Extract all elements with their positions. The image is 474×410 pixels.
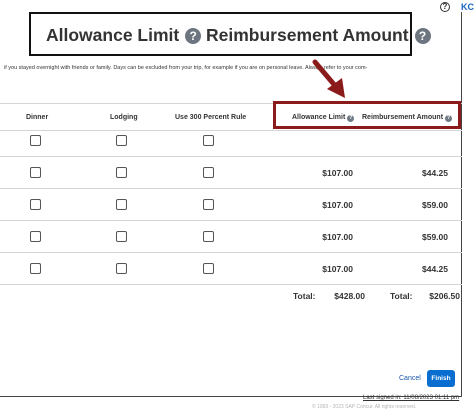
red-arrow-icon — [312, 59, 345, 98]
table-row: $107.00 $44.25 — [0, 253, 462, 285]
dinner-checkbox[interactable] — [30, 167, 41, 178]
lodging-checkbox[interactable] — [116, 167, 127, 178]
column-dinner: Dinner — [26, 114, 49, 121]
table-row: $107.00 $44.25 — [0, 157, 462, 189]
use-300-percent-checkbox[interactable] — [203, 199, 214, 210]
allowance-total-value: $428.00 — [334, 291, 365, 301]
dinner-checkbox[interactable] — [30, 263, 41, 274]
help-icon[interactable]: ? — [440, 2, 450, 12]
callout-allowance-limit: Allowance Limit? — [46, 25, 202, 46]
column-lodging: Lodging — [110, 114, 138, 121]
question-circle-icon: ? — [185, 28, 202, 44]
lodging-checkbox[interactable] — [116, 135, 127, 146]
reimbursement-total-value: $206.50 — [429, 291, 460, 301]
use-300-percent-checkbox[interactable] — [203, 263, 214, 274]
callout-allowance-limit-label: Allowance Limit — [46, 25, 180, 45]
allowance-limit-value: $107.00 — [322, 168, 353, 178]
allowance-limit-value: $107.00 — [322, 264, 353, 274]
dinner-checkbox[interactable] — [30, 199, 41, 210]
zoom-callout: Allowance Limit? Reimbursement Amount? — [29, 12, 431, 56]
lodging-checkbox[interactable] — [116, 199, 127, 210]
finish-button[interactable]: Finish — [427, 370, 455, 387]
cancel-button[interactable]: Cancel — [399, 375, 421, 382]
question-circle-icon: ? — [414, 28, 431, 44]
table-row — [0, 125, 462, 157]
column-use-300-percent-rule: Use 300 Percent Rule — [175, 114, 247, 121]
allowance-total-label: Total: — [293, 291, 316, 301]
reimbursement-amount-value: $59.00 — [422, 232, 448, 242]
lodging-checkbox[interactable] — [116, 231, 127, 242]
callout-reimbursement-amount-label: Reimbursement Amount — [206, 25, 409, 45]
table-row: $107.00 $59.00 — [0, 221, 462, 253]
allowance-limit-value: $107.00 — [322, 200, 353, 210]
highlight-box — [273, 101, 461, 129]
use-300-percent-checkbox[interactable] — [203, 135, 214, 146]
reimbursement-amount-value: $44.25 — [422, 264, 448, 274]
reimbursement-amount-value: $44.25 — [422, 168, 448, 178]
reimbursement-total-label: Total: — [390, 291, 413, 301]
last-signed-in-link[interactable]: Last signed in: 11/08/2023 01:11 pm — [363, 395, 459, 401]
copyright-text: © 1993 - 2023 SAP Concur. All rights res… — [312, 404, 417, 410]
use-300-percent-checkbox[interactable] — [203, 231, 214, 242]
dinner-checkbox[interactable] — [30, 135, 41, 146]
lodging-checkbox[interactable] — [116, 263, 127, 274]
user-initials[interactable]: KC — [461, 2, 474, 12]
dinner-checkbox[interactable] — [30, 231, 41, 242]
use-300-percent-checkbox[interactable] — [203, 167, 214, 178]
reimbursement-amount-value: $59.00 — [422, 200, 448, 210]
callout-reimbursement-amount: Reimbursement Amount? — [206, 25, 431, 46]
table-row: $107.00 $59.00 — [0, 189, 462, 221]
allowance-limit-value: $107.00 — [322, 232, 353, 242]
